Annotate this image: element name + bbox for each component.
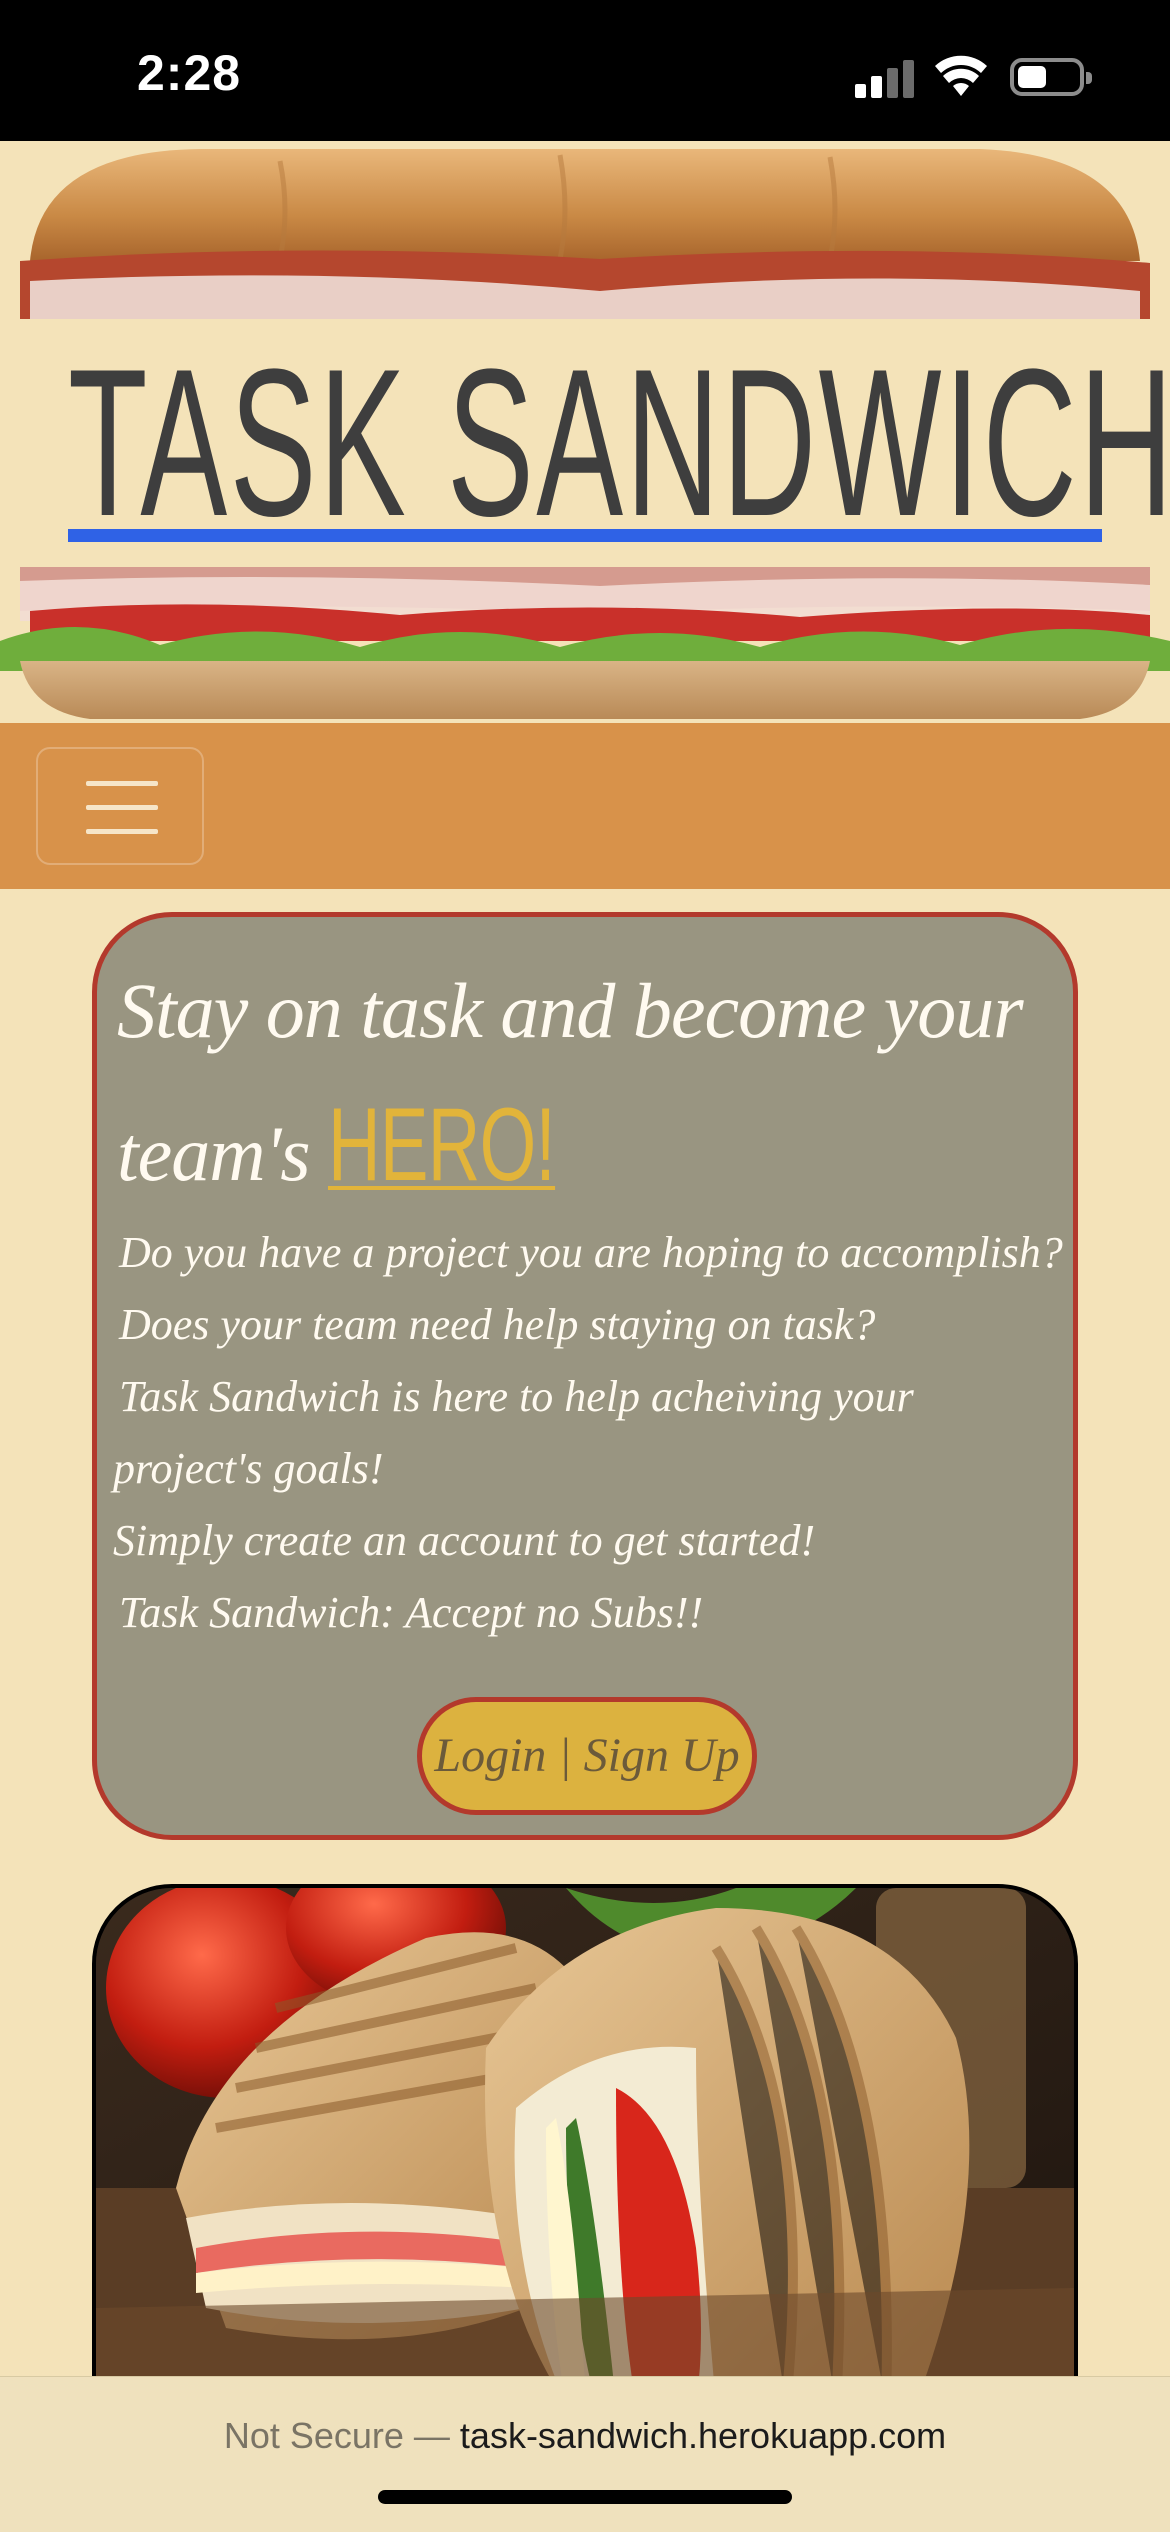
hero-body-line: Task Sandwich is here to help acheiving … <box>119 1372 914 1421</box>
hero-body-line: Simply create an account to get started! <box>113 1516 816 1565</box>
battery-icon <box>1010 58 1092 96</box>
hero-card: Stay on task and become your team's HERO… <box>92 912 1078 1840</box>
hero-heading: Stay on task and become your team's HERO… <box>117 957 1077 1234</box>
home-indicator[interactable] <box>378 2490 792 2504</box>
hero-body-line: Does your team need help staying on task… <box>119 1300 876 1349</box>
domain-label: task-sandwich.herokuapp.com <box>459 2415 947 2456</box>
browser-url-bar[interactable]: Not Secure — task-sandwich.herokuapp.com <box>0 2376 1170 2532</box>
signal-icon <box>855 58 915 98</box>
navbar <box>0 723 1170 889</box>
hero-heading-prefix: team's <box>117 1110 329 1197</box>
page: 2:28 TASK SANDWICH Stay on task and beco… <box>0 0 1170 2532</box>
hero-body-line: project's goals! <box>113 1444 384 1493</box>
hero-body-line: Task Sandwich: Accept no Subs!! <box>119 1588 704 1637</box>
site-header: TASK SANDWICH <box>0 141 1170 723</box>
panini-image <box>96 1888 1074 2400</box>
status-time: 2:28 <box>137 45 242 101</box>
hero-body-line: Do you have a project you are hoping to … <box>119 1228 1063 1277</box>
hero-heading-line1: Stay on task and become your <box>117 967 1024 1054</box>
status-bar: 2:28 <box>0 0 1170 141</box>
hamburger-menu-button[interactable] <box>36 747 204 865</box>
title-underline <box>68 529 1102 542</box>
hamburger-menu-icon <box>86 781 158 786</box>
sandwich-photo <box>92 1884 1078 2404</box>
wifi-icon <box>935 55 987 96</box>
security-label: Not Secure — <box>223 2415 460 2456</box>
login-signup-button[interactable]: Login | Sign Up <box>417 1697 757 1815</box>
hero-body: Do you have a project you are hoping to … <box>113 1217 1073 1649</box>
hero-highlight: HERO! <box>328 1087 556 1203</box>
url-text[interactable]: Not Secure — task-sandwich.herokuapp.com <box>0 2415 1170 2457</box>
